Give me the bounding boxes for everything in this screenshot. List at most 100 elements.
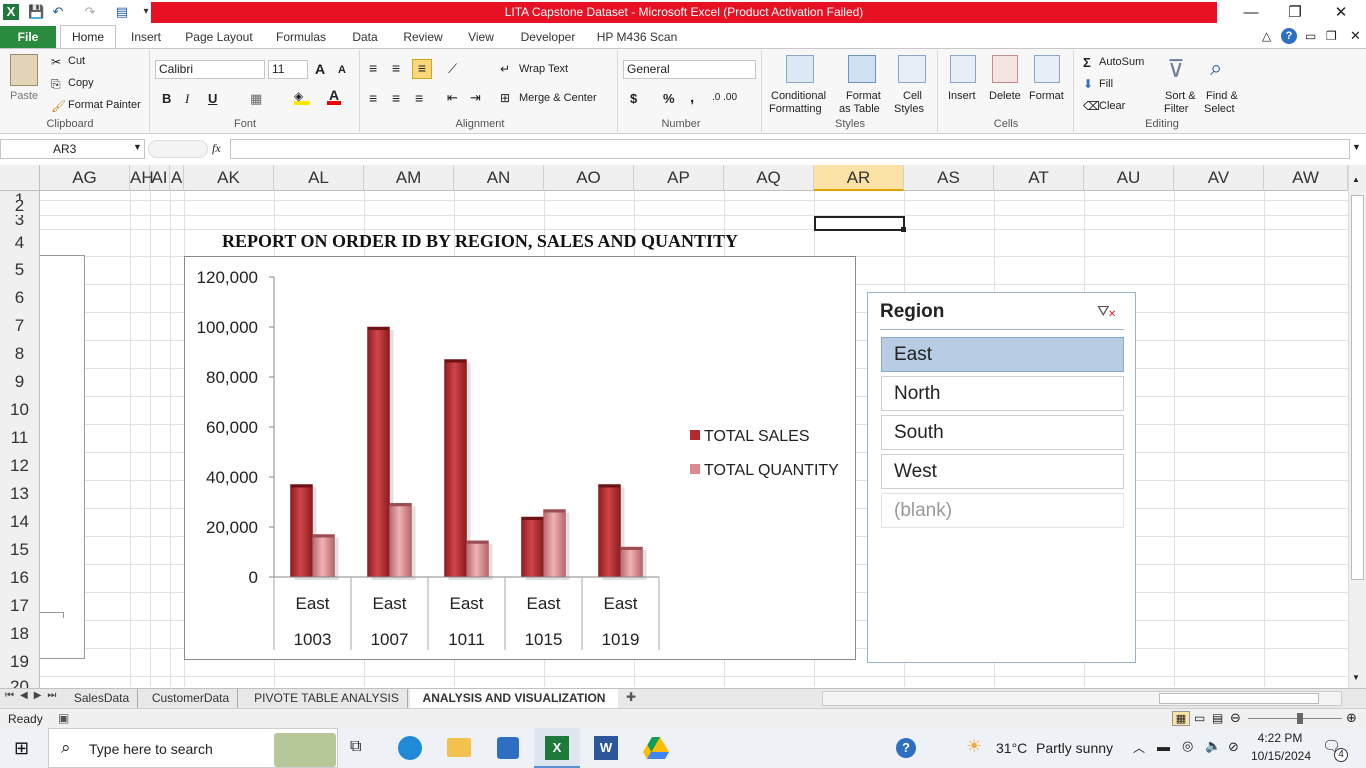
- workbook-close-icon[interactable]: ✕: [1350, 28, 1361, 44]
- copy-button[interactable]: Copy: [68, 77, 94, 89]
- row-header[interactable]: 9: [0, 368, 40, 396]
- percent-button[interactable]: %: [663, 91, 675, 106]
- tab-insert[interactable]: Insert: [124, 26, 168, 48]
- align-bottom-icon[interactable]: ≡: [412, 59, 432, 79]
- align-top-icon[interactable]: ≡: [369, 60, 377, 76]
- column-header[interactable]: AI: [150, 165, 170, 191]
- wrap-text-button[interactable]: Wrap Text: [519, 63, 568, 75]
- decrease-indent-icon[interactable]: ⇤: [447, 90, 458, 106]
- clear-icon[interactable]: ⌫: [1083, 99, 1100, 113]
- format-painter-icon[interactable]: 🖌: [51, 99, 66, 113]
- insert-cells-button[interactable]: Insert: [948, 90, 976, 102]
- row-header[interactable]: 20: [0, 676, 40, 688]
- align-right-icon[interactable]: ≡: [415, 90, 423, 106]
- row-header[interactable]: 2: [0, 200, 40, 215]
- wrap-text-icon[interactable]: ↵: [500, 62, 510, 76]
- help-tray-icon[interactable]: ?: [896, 738, 916, 758]
- column-header[interactable]: AK: [184, 165, 274, 191]
- slicer-item-east[interactable]: East: [881, 337, 1124, 372]
- font-name-select[interactable]: Calibri: [155, 60, 265, 79]
- sort-filter-icon[interactable]: ⊽: [1167, 55, 1185, 84]
- font-size-select[interactable]: 11: [268, 60, 308, 79]
- workbook-minimize-icon[interactable]: ▭: [1305, 29, 1316, 43]
- decimal-buttons[interactable]: .0 .00: [712, 92, 737, 103]
- selected-cell[interactable]: [814, 216, 905, 231]
- column-header[interactable]: AS: [904, 165, 994, 191]
- horizontal-scrollbar[interactable]: [822, 691, 1342, 706]
- column-header[interactable]: AP: [634, 165, 724, 191]
- merge-center-icon[interactable]: ⊞: [500, 91, 510, 105]
- edge-icon[interactable]: [398, 736, 422, 760]
- insert-cells-icon[interactable]: [950, 55, 976, 83]
- column-header[interactable]: AH: [130, 165, 154, 191]
- horizontal-scroll-thumb[interactable]: [1159, 693, 1319, 704]
- align-center-icon[interactable]: ≡: [392, 90, 400, 106]
- row-header[interactable]: 7: [0, 312, 40, 340]
- autosum-button[interactable]: AutoSum: [1099, 56, 1144, 68]
- minimize-button[interactable]: —: [1228, 0, 1274, 26]
- tab-file[interactable]: File: [0, 26, 56, 48]
- select-all-corner[interactable]: [0, 165, 40, 191]
- insert-function-icon[interactable]: fx: [212, 141, 221, 156]
- redo-icon[interactable]: ↷: [82, 4, 98, 20]
- format-as-table-label2[interactable]: as Table: [839, 103, 880, 115]
- format-cells-button[interactable]: Format: [1029, 90, 1064, 102]
- normal-view-icon[interactable]: ▦: [1172, 711, 1190, 726]
- undo-icon[interactable]: ↶: [50, 4, 66, 20]
- macro-record-icon[interactable]: ▣: [58, 711, 69, 725]
- slicer-item-south[interactable]: South: [881, 415, 1124, 450]
- cell-styles-label2[interactable]: Styles: [894, 103, 924, 115]
- column-header[interactable]: AG: [40, 165, 130, 191]
- location-icon[interactable]: ⊘: [1228, 739, 1239, 755]
- tray-chevron-icon[interactable]: ︿: [1133, 739, 1145, 756]
- format-cells-icon[interactable]: [1034, 55, 1060, 83]
- row-header[interactable]: 19: [0, 648, 40, 676]
- row-header[interactable]: 1: [0, 191, 40, 200]
- row-header[interactable]: 8: [0, 340, 40, 368]
- borders-icon[interactable]: ▦: [250, 91, 262, 107]
- fill-button[interactable]: Fill: [1099, 78, 1113, 90]
- scroll-up-icon[interactable]: ▲: [1352, 175, 1360, 184]
- network-icon[interactable]: ◎: [1182, 738, 1193, 754]
- column-header[interactable]: AV: [1174, 165, 1264, 191]
- sheet-tab-salesdata[interactable]: SalesData: [66, 689, 138, 708]
- autosum-icon[interactable]: Σ: [1083, 55, 1091, 70]
- delete-cells-button[interactable]: Delete: [989, 90, 1021, 102]
- format-as-table-icon[interactable]: [848, 55, 876, 83]
- fill-color-icon[interactable]: ◈: [294, 89, 310, 105]
- tab-hp-scan[interactable]: HP M436 Scan: [594, 26, 680, 48]
- column-header-selected[interactable]: AR: [814, 165, 904, 191]
- column-header[interactable]: AN: [454, 165, 544, 191]
- slicer-item-blank[interactable]: (blank): [881, 493, 1124, 528]
- number-format-select[interactable]: General: [623, 60, 756, 79]
- tab-review[interactable]: Review: [398, 26, 448, 48]
- row-header[interactable]: 4: [0, 229, 40, 256]
- tab-home[interactable]: Home: [60, 25, 116, 49]
- shrink-font-button[interactable]: A: [338, 64, 346, 76]
- row-header[interactable]: 5: [0, 256, 40, 284]
- zoom-slider-thumb[interactable]: [1297, 713, 1303, 724]
- workbook-restore-icon[interactable]: ❐: [1326, 29, 1337, 43]
- column-header[interactable]: AL: [274, 165, 364, 191]
- cut-icon[interactable]: ✂: [51, 55, 61, 69]
- store-icon[interactable]: [497, 737, 519, 759]
- row-header[interactable]: 15: [0, 536, 40, 564]
- windows-start-icon[interactable]: ⊞: [14, 738, 29, 759]
- taskbar-search-box[interactable]: ⌕ Type here to search: [48, 728, 338, 768]
- volume-icon[interactable]: 🔈: [1205, 738, 1221, 754]
- column-header[interactable]: AU: [1084, 165, 1174, 191]
- restore-button[interactable]: ❐: [1272, 0, 1318, 26]
- row-header[interactable]: 17: [0, 592, 40, 620]
- vertical-scrollbar[interactable]: ▲ ▼: [1348, 165, 1366, 688]
- conditional-formatting-icon[interactable]: [786, 55, 814, 83]
- formula-input[interactable]: [230, 139, 1350, 159]
- increase-indent-icon[interactable]: ⇥: [470, 90, 481, 106]
- fill-icon[interactable]: ⬇: [1083, 77, 1093, 91]
- row-header[interactable]: 3: [0, 215, 40, 229]
- conditional-formatting-label2[interactable]: Formatting: [769, 103, 822, 115]
- row-header[interactable]: 6: [0, 284, 40, 312]
- tab-page-layout[interactable]: Page Layout: [180, 26, 258, 48]
- merge-center-button[interactable]: Merge & Center: [519, 92, 597, 104]
- bold-button[interactable]: B: [162, 91, 171, 106]
- italic-button[interactable]: I: [185, 91, 189, 107]
